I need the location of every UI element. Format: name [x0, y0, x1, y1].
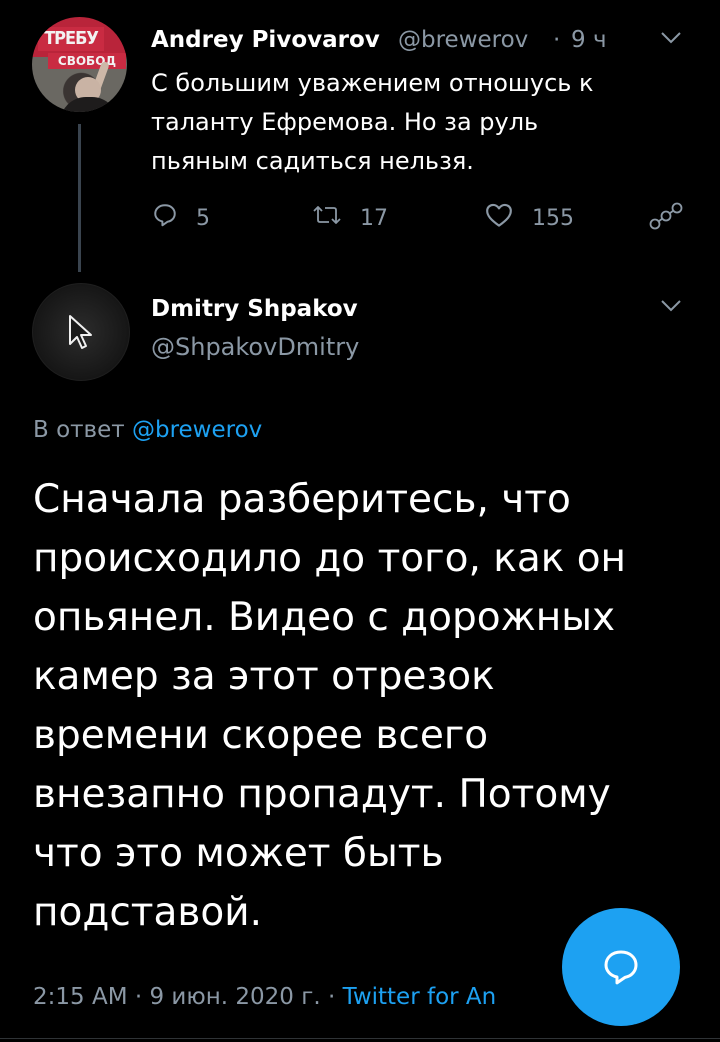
- thread-connector: [78, 124, 81, 272]
- like-icon: [484, 202, 514, 234]
- avatar-sign-text: СВОБОД: [48, 53, 126, 69]
- reply-prefix: В ответ: [33, 417, 125, 443]
- avatar-sign-text: ТРЕБУ: [38, 27, 104, 51]
- like-button[interactable]: 155: [484, 202, 574, 234]
- reply-button[interactable]: 5: [152, 202, 210, 234]
- reply-context: В ответ @brewerov: [33, 417, 262, 443]
- chevron-down-icon[interactable]: [660, 30, 682, 49]
- parent-tweet-text: С большим уважением отношусь к таланту Е…: [151, 69, 594, 175]
- retweet-count: 17: [360, 205, 388, 231]
- main-avatar[interactable]: [32, 283, 130, 381]
- parent-author-handle[interactable]: @brewerov: [398, 27, 528, 53]
- reply-mention-link[interactable]: @brewerov: [132, 417, 262, 443]
- tweet-source-link[interactable]: Twitter for An: [343, 984, 497, 1010]
- tweet-date: 9 июн. 2020 г.: [149, 984, 321, 1010]
- retweet-button[interactable]: 17: [312, 202, 388, 234]
- parent-timestamp[interactable]: 9 ч: [571, 27, 607, 53]
- separator-dot: ·: [327, 984, 336, 1010]
- retweet-icon: [312, 202, 342, 234]
- tweet-time: 2:15 AM: [33, 984, 128, 1010]
- chevron-down-icon[interactable]: [660, 298, 682, 317]
- separator-dot: ·: [134, 984, 143, 1010]
- compose-reply-button[interactable]: [562, 908, 680, 1026]
- avatar-person-body: [60, 97, 118, 112]
- share-button[interactable]: [648, 202, 684, 238]
- main-author-name[interactable]: Dmitry Shpakov: [151, 296, 358, 322]
- tweet-metadata: 2:15 AM · 9 июн. 2020 г. · Twitter for A…: [33, 984, 496, 1010]
- separator-dot: ·: [553, 27, 561, 53]
- cursor-arrow-icon: [69, 315, 92, 349]
- share-icon: [648, 202, 684, 238]
- main-author-handle[interactable]: @ShpakovDmitry: [151, 333, 359, 361]
- compose-reply-icon: [604, 950, 638, 985]
- reply-count: 5: [196, 205, 210, 231]
- parent-author-name[interactable]: Andrey Pivovarov: [151, 27, 380, 53]
- like-count: 155: [532, 205, 574, 231]
- divider: [0, 1038, 720, 1039]
- parent-avatar[interactable]: ТРЕБУ СВОБОД: [32, 17, 127, 112]
- main-tweet-text: Сначала разберитесь, что происходило до …: [33, 477, 627, 935]
- reply-icon: [152, 202, 178, 234]
